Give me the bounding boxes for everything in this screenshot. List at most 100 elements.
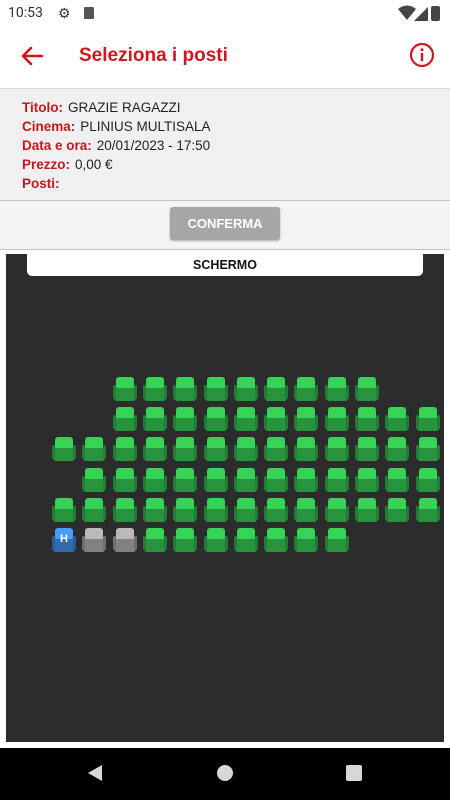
sd-card-icon	[84, 7, 94, 19]
seat-available[interactable]	[52, 497, 76, 523]
seat-available[interactable]	[203, 467, 228, 493]
status-time: 10:53	[8, 5, 43, 21]
seat-available[interactable]	[112, 376, 137, 402]
battery-icon	[431, 6, 440, 21]
seat-available[interactable]	[415, 436, 440, 462]
nav-recents-icon[interactable]	[345, 764, 363, 782]
seat-accessible[interactable]: H	[52, 527, 76, 553]
detail-data-ora: Data e ora: 20/01/2023 - 17:50	[22, 138, 210, 156]
seat-available[interactable]	[355, 376, 379, 402]
seat-available[interactable]	[233, 376, 258, 402]
seat-available[interactable]	[385, 436, 410, 462]
info-icon[interactable]	[409, 42, 435, 68]
seat-available[interactable]	[173, 436, 198, 462]
show-details: Titolo: GRAZIE RAGAZZI Cinema: PLINIUS MUL…	[0, 88, 450, 201]
detail-prezzo: Prezzo: 0,00 €	[22, 157, 113, 175]
seat-available[interactable]	[112, 406, 137, 432]
cinema-label: Cinema:	[22, 119, 76, 134]
seat-available[interactable]	[233, 497, 258, 523]
seat-available[interactable]	[203, 527, 228, 553]
seat-available[interactable]	[324, 527, 349, 553]
seat-available[interactable]	[142, 376, 167, 402]
seat-available[interactable]	[173, 497, 198, 523]
detail-titolo: Titolo: GRAZIE RAGAZZI	[22, 100, 181, 118]
nav-home-icon[interactable]	[216, 764, 234, 782]
seat-available[interactable]	[324, 376, 349, 402]
cinema-value: PLINIUS MULTISALA	[80, 119, 211, 134]
seat-available[interactable]	[385, 406, 410, 432]
screen-label: SCHERMO	[27, 254, 423, 276]
accessible-seat-label: H	[60, 533, 68, 545]
seat-available[interactable]	[294, 436, 319, 462]
seat-available[interactable]	[264, 436, 289, 462]
seat-available[interactable]	[324, 497, 349, 523]
seat-available[interactable]	[233, 436, 258, 462]
nav-back-icon[interactable]	[86, 764, 104, 782]
seat-available[interactable]	[385, 467, 410, 493]
seat-available[interactable]	[203, 497, 228, 523]
confirm-bar: CONFERMA	[0, 200, 450, 250]
seat-available[interactable]	[385, 497, 410, 523]
seat-available[interactable]	[415, 497, 440, 523]
seat-available[interactable]	[233, 527, 258, 553]
seat-available[interactable]	[112, 497, 137, 523]
seat-available[interactable]	[233, 406, 258, 432]
seat-available[interactable]	[173, 467, 198, 493]
seat-available[interactable]	[264, 497, 289, 523]
seat-available[interactable]	[173, 527, 198, 553]
prezzo-label: Prezzo:	[22, 157, 71, 172]
seat-occupied	[82, 528, 107, 552]
seat-available[interactable]	[82, 497, 107, 523]
seat-available[interactable]	[173, 406, 198, 432]
seat-available[interactable]	[324, 467, 349, 493]
seat-available[interactable]	[415, 406, 440, 432]
seat-available[interactable]	[52, 436, 76, 462]
seat-available[interactable]	[82, 467, 107, 493]
seat-available[interactable]	[203, 406, 228, 432]
seat-available[interactable]	[264, 527, 289, 553]
data-ora-label: Data e ora:	[22, 138, 92, 153]
seat-available[interactable]	[142, 467, 167, 493]
seat-available[interactable]	[264, 467, 289, 493]
seat-available[interactable]	[112, 467, 137, 493]
seat-available[interactable]	[355, 467, 379, 493]
seat-available[interactable]	[233, 467, 258, 493]
seat-available[interactable]	[415, 467, 440, 493]
settings-gear-icon: ⚙	[58, 5, 71, 21]
titolo-label: Titolo:	[22, 100, 63, 115]
seat-available[interactable]	[264, 406, 289, 432]
seat-available[interactable]	[203, 436, 228, 462]
seat-available[interactable]	[294, 497, 319, 523]
seat-occupied	[112, 528, 137, 552]
seat-available[interactable]	[173, 376, 198, 402]
seat-available[interactable]	[142, 497, 167, 523]
seat-available[interactable]	[112, 436, 137, 462]
prezzo-value: 0,00 €	[75, 157, 113, 172]
seat-available[interactable]	[294, 467, 319, 493]
seat-available[interactable]	[294, 406, 319, 432]
seat-available[interactable]	[355, 406, 379, 432]
seat-available[interactable]	[82, 436, 107, 462]
page-title: Seleziona i posti	[79, 45, 228, 66]
seat-available[interactable]	[203, 376, 228, 402]
back-arrow-icon[interactable]	[18, 42, 46, 70]
seat-available[interactable]	[355, 497, 379, 523]
seat-available[interactable]	[142, 406, 167, 432]
status-bar: 10:53 ⚙	[0, 0, 450, 28]
seat-available[interactable]	[324, 436, 349, 462]
seat-map: SCHERMO H	[6, 254, 444, 742]
detail-posti: Posti:	[22, 176, 65, 194]
seat-available[interactable]	[294, 527, 319, 553]
seat-available[interactable]	[294, 376, 319, 402]
confirm-button[interactable]: CONFERMA	[170, 207, 280, 240]
seat-available[interactable]	[355, 436, 379, 462]
android-nav-bar	[0, 748, 450, 800]
seat-available[interactable]	[142, 527, 167, 553]
detail-cinema: Cinema: PLINIUS MULTISALA	[22, 119, 211, 137]
seat-available[interactable]	[264, 376, 289, 402]
app-bar: Seleziona i posti	[0, 28, 450, 86]
posti-label: Posti:	[22, 176, 60, 191]
seat-available[interactable]	[324, 406, 349, 432]
signal-icon	[414, 7, 428, 21]
seat-available[interactable]	[142, 436, 167, 462]
